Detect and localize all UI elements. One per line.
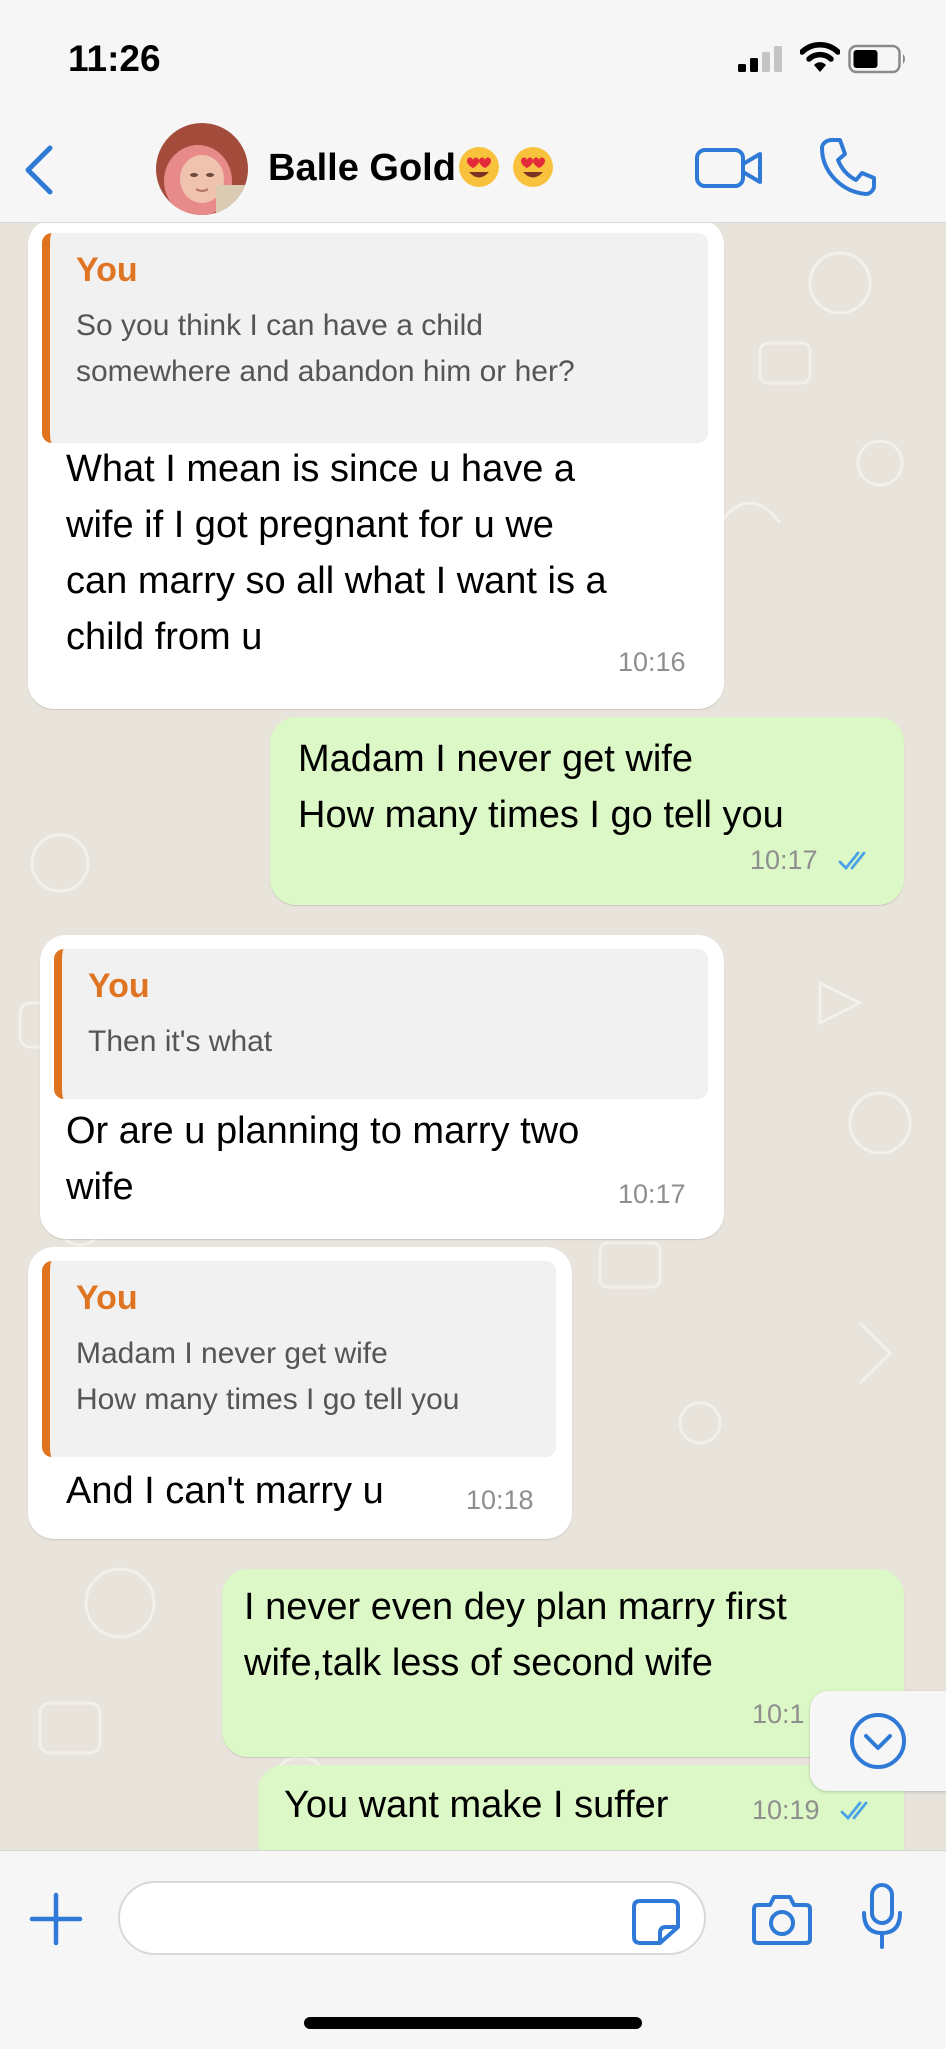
message-text: Madam I never get wife How many times I … xyxy=(298,738,784,836)
message-text: You want make I suffer xyxy=(284,1784,669,1826)
chat-area[interactable]: You So you think I can have a child some… xyxy=(0,223,946,1850)
reply-author: You xyxy=(76,251,138,289)
message-bubble-outgoing[interactable]: Madam I never get wife How many times I … xyxy=(270,717,904,905)
reply-text: Madam I never get wife How many times I … xyxy=(76,1337,460,1416)
phone-icon[interactable] xyxy=(818,136,876,198)
reply-text: Then it's what xyxy=(88,1025,273,1058)
reply-author: You xyxy=(76,1279,138,1317)
message-bubble-incoming[interactable]: You Madam I never get wife How many time… xyxy=(28,1247,572,1539)
heart-eyes-emoji-icon xyxy=(512,147,553,187)
home-indicator xyxy=(304,2017,642,2029)
avatar[interactable] xyxy=(156,123,248,215)
reply-quote[interactable]: You Then it's what xyxy=(54,949,708,1099)
status-time: 11:26 xyxy=(68,38,161,79)
contact-name[interactable]: Balle Gold xyxy=(268,146,554,190)
message-bubble-incoming[interactable]: You Then it's what Or are u planning to … xyxy=(40,935,724,1239)
wifi-icon xyxy=(800,42,840,72)
read-receipt-icon xyxy=(840,1801,868,1821)
chat-header: Balle Gold xyxy=(0,118,946,223)
message-input[interactable] xyxy=(118,1881,706,1955)
reply-quote[interactable]: You Madam I never get wife How many time… xyxy=(42,1261,556,1457)
scroll-down-button[interactable] xyxy=(810,1691,946,1791)
message-text: Or are u planning to marry two wife xyxy=(66,1110,580,1208)
reply-text: So you think I can have a child somewher… xyxy=(76,309,575,388)
reply-quote[interactable]: You So you think I can have a child some… xyxy=(42,233,708,443)
heart-eyes-emoji-icon xyxy=(458,147,499,187)
message-text: And I can't marry u xyxy=(66,1470,384,1512)
message-text: What I mean is since u have a wife if I … xyxy=(66,448,607,658)
battery-icon xyxy=(848,44,905,74)
cellular-signal-icon xyxy=(738,46,782,72)
message-bubble-incoming[interactable]: You So you think I can have a child some… xyxy=(28,223,724,709)
message-time: 10:16 xyxy=(618,647,686,677)
message-time: 10:17 xyxy=(618,1179,686,1209)
message-time: 10:1 xyxy=(752,1699,805,1729)
microphone-icon[interactable] xyxy=(860,1883,904,1951)
back-chevron-icon[interactable] xyxy=(18,140,62,200)
reply-author: You xyxy=(88,967,150,1005)
composer-bar xyxy=(0,1850,946,2049)
contact-name-text: Balle Gold xyxy=(268,147,456,189)
message-time: 10:19 xyxy=(752,1795,820,1825)
status-bar: 11:26 xyxy=(0,0,946,118)
sticker-icon[interactable] xyxy=(630,1897,682,1947)
read-receipt-icon xyxy=(838,851,866,871)
video-call-icon[interactable] xyxy=(694,142,764,194)
scroll-down-icon xyxy=(850,1713,906,1769)
message-time: 10:17 xyxy=(750,845,818,875)
camera-icon[interactable] xyxy=(752,1891,812,1947)
plus-icon[interactable] xyxy=(26,1889,86,1949)
message-time: 10:18 xyxy=(466,1485,534,1515)
message-bubble-outgoing[interactable]: I never even dey plan marry first wife,t… xyxy=(222,1569,904,1757)
message-text: I never even dey plan marry first wife,t… xyxy=(244,1586,787,1684)
message-bubble-outgoing[interactable]: You want make I suffer 10:19 xyxy=(258,1765,904,1850)
